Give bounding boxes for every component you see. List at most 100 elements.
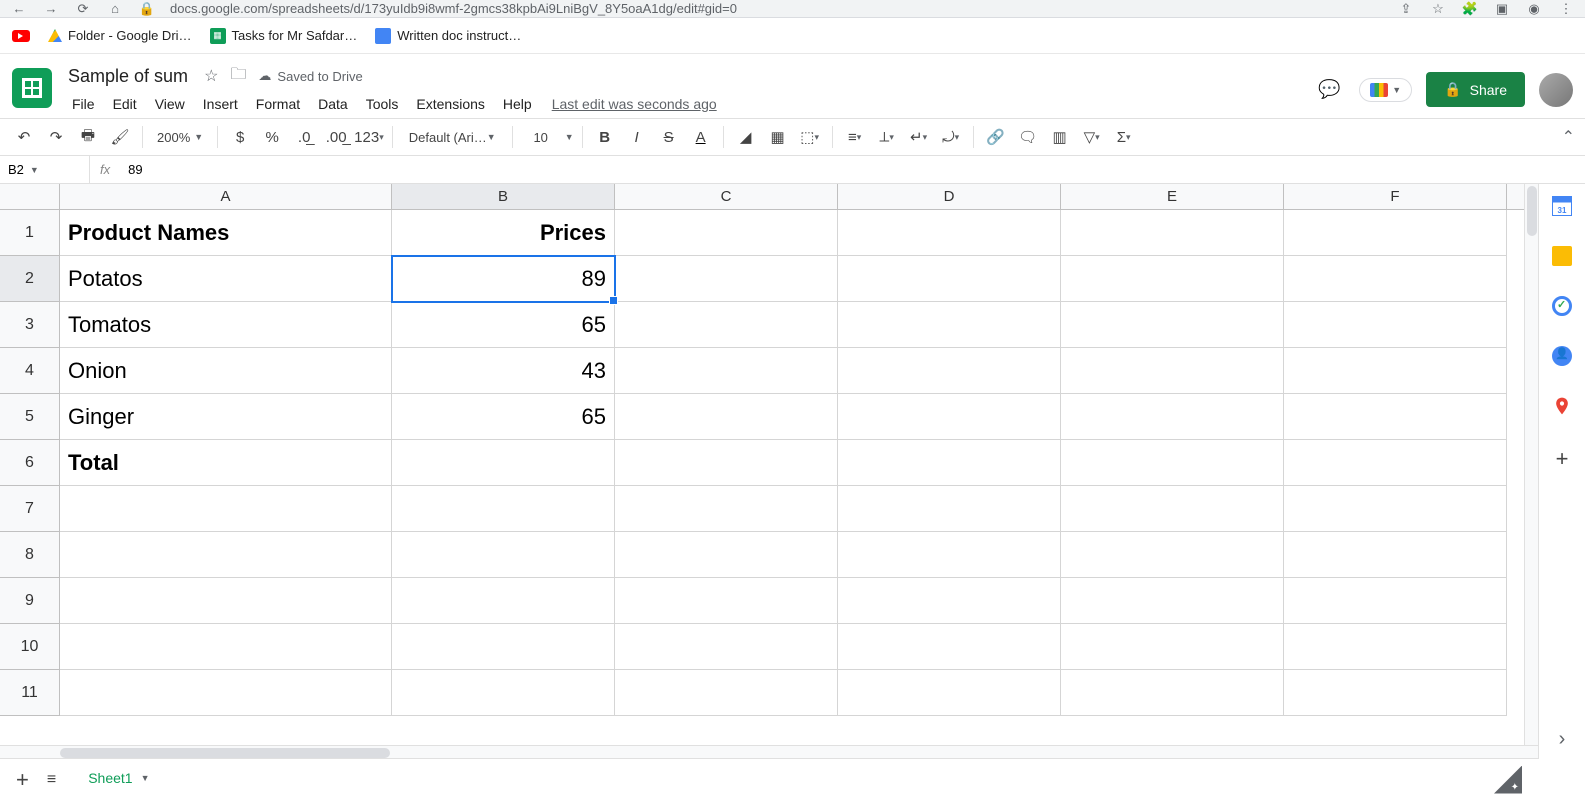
rotate-button[interactable]: ⤾▾: [937, 123, 965, 151]
zoom-dropdown[interactable]: 200%▼: [151, 130, 209, 145]
cell-D9[interactable]: [838, 578, 1061, 624]
col-header-C[interactable]: C: [615, 184, 838, 209]
cell-C4[interactable]: [615, 348, 838, 394]
cell-B11[interactable]: [392, 670, 615, 716]
menu-file[interactable]: File: [64, 92, 103, 116]
font-dropdown[interactable]: Default (Ari…▼: [401, 130, 504, 145]
cell-E10[interactable]: [1061, 624, 1284, 670]
print-button[interactable]: 🖶: [74, 123, 102, 151]
chart-button[interactable]: ▥: [1046, 123, 1074, 151]
cell-C5[interactable]: [615, 394, 838, 440]
increase-decimal-button[interactable]: .00̲: [322, 123, 350, 151]
menu-tools[interactable]: Tools: [358, 92, 407, 116]
menu-edit[interactable]: Edit: [105, 92, 145, 116]
cell-A6[interactable]: Total: [60, 440, 392, 486]
cell-C6[interactable]: [615, 440, 838, 486]
cell-A10[interactable]: [60, 624, 392, 670]
cell-B1[interactable]: Prices: [392, 210, 615, 256]
cell-D11[interactable]: [838, 670, 1061, 716]
document-title[interactable]: Sample of sum: [64, 64, 192, 89]
sheets-logo[interactable]: [12, 68, 52, 108]
cell-F1[interactable]: [1284, 210, 1507, 256]
cell-A11[interactable]: [60, 670, 392, 716]
cell-B3[interactable]: 65: [392, 302, 615, 348]
bookmark-youtube[interactable]: [12, 30, 30, 42]
keep-icon[interactable]: [1552, 246, 1572, 266]
cell-A1[interactable]: Product Names: [60, 210, 392, 256]
menu-extensions[interactable]: Extensions: [408, 92, 492, 116]
cell-F10[interactable]: [1284, 624, 1507, 670]
cell-E6[interactable]: [1061, 440, 1284, 486]
cell-C8[interactable]: [615, 532, 838, 578]
cell-D2[interactable]: [838, 256, 1061, 302]
cell-D10[interactable]: [838, 624, 1061, 670]
col-header-B[interactable]: B: [392, 184, 615, 209]
merge-cells-button[interactable]: ⬚▾: [796, 123, 824, 151]
cell-D6[interactable]: [838, 440, 1061, 486]
cell-F8[interactable]: [1284, 532, 1507, 578]
cell-A8[interactable]: [60, 532, 392, 578]
cell-C9[interactable]: [615, 578, 838, 624]
select-all-corner[interactable]: [0, 184, 60, 209]
cell-C2[interactable]: [615, 256, 838, 302]
cell-F5[interactable]: [1284, 394, 1507, 440]
cell-C11[interactable]: [615, 670, 838, 716]
paint-format-button[interactable]: 🖌: [106, 123, 134, 151]
row-header[interactable]: 6: [0, 440, 60, 486]
borders-button[interactable]: ▦: [764, 123, 792, 151]
cell-C3[interactable]: [615, 302, 838, 348]
bold-button[interactable]: B: [591, 123, 619, 151]
cell-F7[interactable]: [1284, 486, 1507, 532]
share-button[interactable]: 🔒Share: [1426, 72, 1525, 107]
menu-insert[interactable]: Insert: [195, 92, 246, 116]
comments-icon[interactable]: 💬: [1313, 74, 1345, 106]
reload-icon[interactable]: ⟳: [74, 0, 92, 18]
maps-icon[interactable]: [1552, 396, 1572, 416]
percent-button[interactable]: %: [258, 123, 286, 151]
row-header[interactable]: 10: [0, 624, 60, 670]
cell-B7[interactable]: [392, 486, 615, 532]
hide-side-panel-icon[interactable]: ›: [1539, 719, 1585, 759]
profile-icon[interactable]: ◉: [1525, 0, 1543, 18]
extensions-icon[interactable]: 🧩: [1461, 0, 1479, 18]
kebab-icon[interactable]: ⋮: [1557, 0, 1575, 18]
back-icon[interactable]: ←: [10, 0, 28, 18]
row-header[interactable]: 9: [0, 578, 60, 624]
share-page-icon[interactable]: ⇪: [1397, 0, 1415, 18]
undo-button[interactable]: ↶: [10, 123, 38, 151]
row-header[interactable]: 2: [0, 256, 60, 302]
comment-button[interactable]: 🗨: [1014, 123, 1042, 151]
cell-C10[interactable]: [615, 624, 838, 670]
cell-B2[interactable]: 89: [392, 256, 615, 302]
row-header[interactable]: 8: [0, 532, 60, 578]
cell-E1[interactable]: [1061, 210, 1284, 256]
cell-E8[interactable]: [1061, 532, 1284, 578]
col-header-F[interactable]: F: [1284, 184, 1507, 209]
v-align-button[interactable]: ⟂▾: [873, 123, 901, 151]
cell-F4[interactable]: [1284, 348, 1507, 394]
link-button[interactable]: 🔗: [982, 123, 1010, 151]
tasks-icon[interactable]: [1552, 296, 1572, 316]
col-header-E[interactable]: E: [1061, 184, 1284, 209]
cell-D5[interactable]: [838, 394, 1061, 440]
col-header-A[interactable]: A: [60, 184, 392, 209]
text-color-button[interactable]: A: [687, 123, 715, 151]
strikethrough-button[interactable]: S: [655, 123, 683, 151]
font-size-dropdown[interactable]: 10: [521, 130, 561, 145]
wrap-button[interactable]: ↵▾: [905, 123, 933, 151]
explore-button[interactable]: [1494, 766, 1522, 794]
meet-button[interactable]: ▼: [1359, 78, 1412, 102]
cell-F3[interactable]: [1284, 302, 1507, 348]
cell-B5[interactable]: 65: [392, 394, 615, 440]
filter-button[interactable]: ▽▾: [1078, 123, 1106, 151]
cell-F2[interactable]: [1284, 256, 1507, 302]
bookmark-written-doc[interactable]: Written doc instruct…: [375, 28, 521, 44]
cell-D8[interactable]: [838, 532, 1061, 578]
fill-color-button[interactable]: ◢: [732, 123, 760, 151]
col-header-D[interactable]: D: [838, 184, 1061, 209]
row-header[interactable]: 1: [0, 210, 60, 256]
cell-A9[interactable]: [60, 578, 392, 624]
calendar-icon[interactable]: 31: [1552, 196, 1572, 216]
cell-E2[interactable]: [1061, 256, 1284, 302]
cell-E4[interactable]: [1061, 348, 1284, 394]
